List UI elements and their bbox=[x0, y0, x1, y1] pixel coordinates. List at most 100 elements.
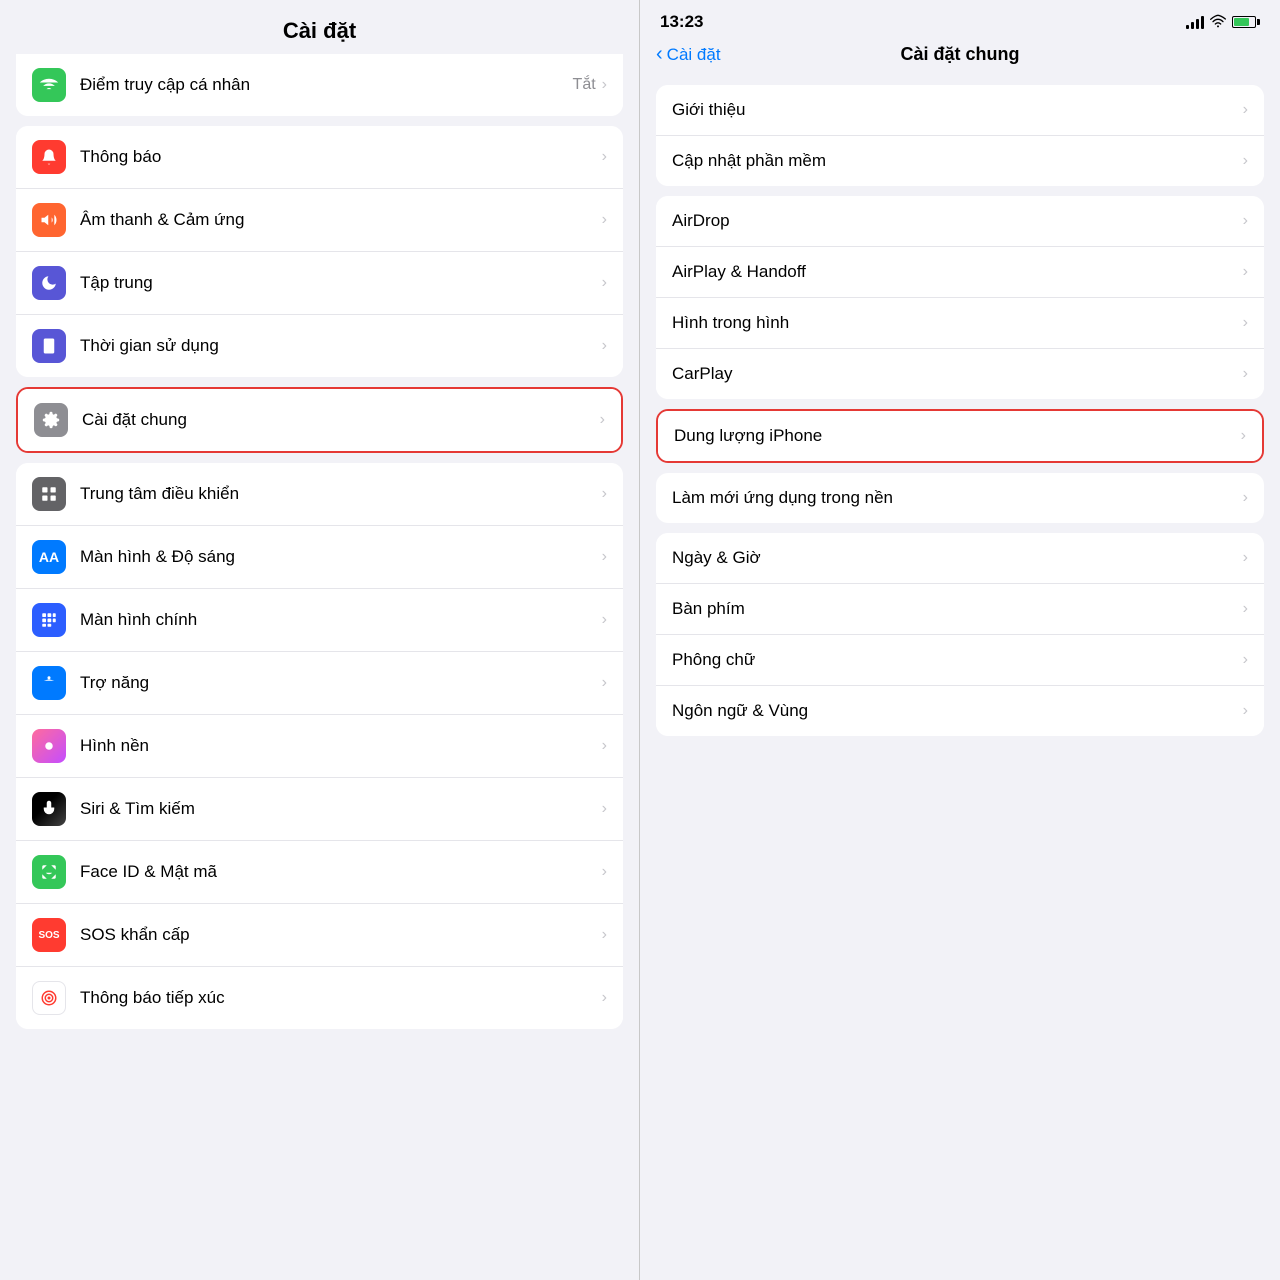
hotspot-label: Điểm truy cập cá nhân bbox=[80, 75, 573, 95]
ngon-ngu-chevron: › bbox=[1243, 702, 1248, 720]
right-section-5: Ngày & Giờ › Bàn phím › Phông chữ › Ngôn… bbox=[656, 533, 1264, 736]
trung-tam-label: Trung tâm điều khiển bbox=[80, 484, 602, 504]
thong-bao-label: Thông báo bbox=[80, 147, 602, 167]
man-hinh-item[interactable]: AA Màn hình & Độ sáng › bbox=[16, 526, 623, 589]
cai-dat-chung-icon bbox=[34, 403, 68, 437]
right-section-1: Giới thiệu › Cập nhật phần mềm › bbox=[656, 85, 1264, 186]
ban-phim-label: Bàn phím bbox=[672, 599, 1243, 619]
trung-tam-chevron: › bbox=[602, 485, 607, 503]
man-hinh-chinh-label: Màn hình chính bbox=[80, 610, 602, 630]
hinh-nen-item[interactable]: Hình nền › bbox=[16, 715, 623, 778]
lam-moi-label: Làm mới ứng dụng trong nền bbox=[672, 488, 1243, 508]
thong-bao-item[interactable]: Thông báo › bbox=[16, 126, 623, 189]
cap-nhat-label: Cập nhật phần mềm bbox=[672, 151, 1243, 171]
carplay-chevron: › bbox=[1243, 365, 1248, 383]
man-hinh-chinh-item[interactable]: Màn hình chính › bbox=[16, 589, 623, 652]
gioi-thieu-chevron: › bbox=[1243, 101, 1248, 119]
hotspot-value: Tắt bbox=[573, 76, 596, 94]
lam-moi-chevron: › bbox=[1243, 489, 1248, 507]
thoi-gian-icon bbox=[32, 329, 66, 363]
thong-bao-icon bbox=[32, 140, 66, 174]
right-section-4: Làm mới ứng dụng trong nền › bbox=[656, 473, 1264, 523]
phong-chu-item[interactable]: Phông chữ › bbox=[656, 635, 1264, 686]
carplay-item[interactable]: CarPlay › bbox=[656, 349, 1264, 399]
left-header: Cài đặt bbox=[0, 0, 639, 54]
dung-luong-chevron: › bbox=[1241, 427, 1246, 445]
wifi-icon bbox=[1210, 14, 1226, 31]
sos-label: SOS khẩn cấp bbox=[80, 925, 602, 945]
contact-notif-icon bbox=[32, 981, 66, 1015]
page-title: Cài đặt chung bbox=[900, 44, 1019, 65]
phong-chu-chevron: › bbox=[1243, 651, 1248, 669]
man-hinh-chevron: › bbox=[602, 548, 607, 566]
hotspot-chevron: › bbox=[602, 76, 607, 94]
face-id-item[interactable]: Face ID & Mật mã › bbox=[16, 841, 623, 904]
airplay-item[interactable]: AirPlay & Handoff › bbox=[656, 247, 1264, 298]
signal-icon bbox=[1186, 15, 1204, 29]
tap-trung-icon bbox=[32, 266, 66, 300]
sos-item[interactable]: SOS SOS khẩn cấp › bbox=[16, 904, 623, 967]
dung-luong-label: Dung lượng iPhone bbox=[674, 426, 1241, 446]
ngay-gio-label: Ngày & Giờ bbox=[672, 548, 1243, 568]
tap-trung-item[interactable]: Tập trung › bbox=[16, 252, 623, 315]
siri-label: Siri & Tìm kiếm bbox=[80, 799, 602, 819]
hinh-trong-hinh-label: Hình trong hình bbox=[672, 313, 1243, 333]
battery-icon bbox=[1232, 16, 1260, 28]
airdrop-label: AirDrop bbox=[672, 211, 1243, 231]
thong-bao-chevron: › bbox=[602, 148, 607, 166]
ngon-ngu-label: Ngôn ngữ & Vùng bbox=[672, 701, 1243, 721]
cap-nhat-item[interactable]: Cập nhật phần mềm › bbox=[656, 136, 1264, 186]
hinh-nen-label: Hình nền bbox=[80, 736, 602, 756]
man-hinh-chinh-chevron: › bbox=[602, 611, 607, 629]
status-time: 13:23 bbox=[660, 12, 703, 32]
contact-notif-label: Thông báo tiếp xúc bbox=[80, 988, 602, 1008]
contact-notif-chevron: › bbox=[602, 989, 607, 1007]
lam-moi-item[interactable]: Làm mới ứng dụng trong nền › bbox=[656, 473, 1264, 523]
dung-luong-section: Dung lượng iPhone › bbox=[656, 409, 1264, 463]
tro-nang-label: Trợ năng bbox=[80, 673, 602, 693]
trung-tam-icon bbox=[32, 477, 66, 511]
man-hinh-icon: AA bbox=[32, 540, 66, 574]
am-thanh-item[interactable]: Âm thanh & Cảm ứng › bbox=[16, 189, 623, 252]
thoi-gian-item[interactable]: Thời gian sử dụng › bbox=[16, 315, 623, 377]
ngon-ngu-item[interactable]: Ngôn ngữ & Vùng › bbox=[656, 686, 1264, 736]
cai-dat-chung-item[interactable]: Cài đặt chung › bbox=[18, 389, 621, 451]
tro-nang-chevron: › bbox=[602, 674, 607, 692]
man-hinh-label: Màn hình & Độ sáng bbox=[80, 547, 602, 567]
siri-chevron: › bbox=[602, 800, 607, 818]
back-label: Cài đặt bbox=[667, 45, 721, 65]
hinh-trong-hinh-item[interactable]: Hình trong hình › bbox=[656, 298, 1264, 349]
thoi-gian-chevron: › bbox=[602, 337, 607, 355]
tro-nang-item[interactable]: Trợ năng › bbox=[16, 652, 623, 715]
tro-nang-icon bbox=[32, 666, 66, 700]
siri-item[interactable]: Siri & Tìm kiếm › bbox=[16, 778, 623, 841]
right-section-2: AirDrop › AirPlay & Handoff › Hình trong… bbox=[656, 196, 1264, 399]
phong-chu-label: Phông chữ bbox=[672, 650, 1243, 670]
airplay-label: AirPlay & Handoff bbox=[672, 262, 1243, 282]
hinh-trong-hinh-chevron: › bbox=[1243, 314, 1248, 332]
contact-notif-item[interactable]: Thông báo tiếp xúc › bbox=[16, 967, 623, 1029]
ngay-gio-item[interactable]: Ngày & Giờ › bbox=[656, 533, 1264, 584]
tap-trung-chevron: › bbox=[602, 274, 607, 292]
airdrop-chevron: › bbox=[1243, 212, 1248, 230]
carplay-label: CarPlay bbox=[672, 364, 1243, 384]
ban-phim-item[interactable]: Bàn phím › bbox=[656, 584, 1264, 635]
man-hinh-chinh-icon bbox=[32, 603, 66, 637]
gioi-thieu-item[interactable]: Giới thiệu › bbox=[656, 85, 1264, 136]
trung-tam-item[interactable]: Trung tâm điều khiển › bbox=[16, 463, 623, 526]
am-thanh-icon bbox=[32, 203, 66, 237]
hotspot-item[interactable]: Điểm truy cập cá nhân Tắt › bbox=[16, 54, 623, 116]
ngay-gio-chevron: › bbox=[1243, 549, 1248, 567]
sos-icon: SOS bbox=[32, 918, 66, 952]
cap-nhat-chevron: › bbox=[1243, 152, 1248, 170]
back-button[interactable]: ‹ Cài đặt bbox=[656, 43, 721, 66]
airdrop-item[interactable]: AirDrop › bbox=[656, 196, 1264, 247]
thoi-gian-label: Thời gian sử dụng bbox=[80, 336, 602, 356]
face-id-chevron: › bbox=[602, 863, 607, 881]
section-notifications: Thông báo › Âm thanh & Cảm ứng › Tập tru… bbox=[16, 126, 623, 377]
dung-luong-item[interactable]: Dung lượng iPhone › bbox=[658, 411, 1262, 461]
top-section: Điểm truy cập cá nhân Tắt › bbox=[16, 54, 623, 116]
left-panel: Cài đặt Điểm truy cập cá nhân Tắt › Thôn… bbox=[0, 0, 640, 1280]
am-thanh-chevron: › bbox=[602, 211, 607, 229]
hinh-nen-chevron: › bbox=[602, 737, 607, 755]
